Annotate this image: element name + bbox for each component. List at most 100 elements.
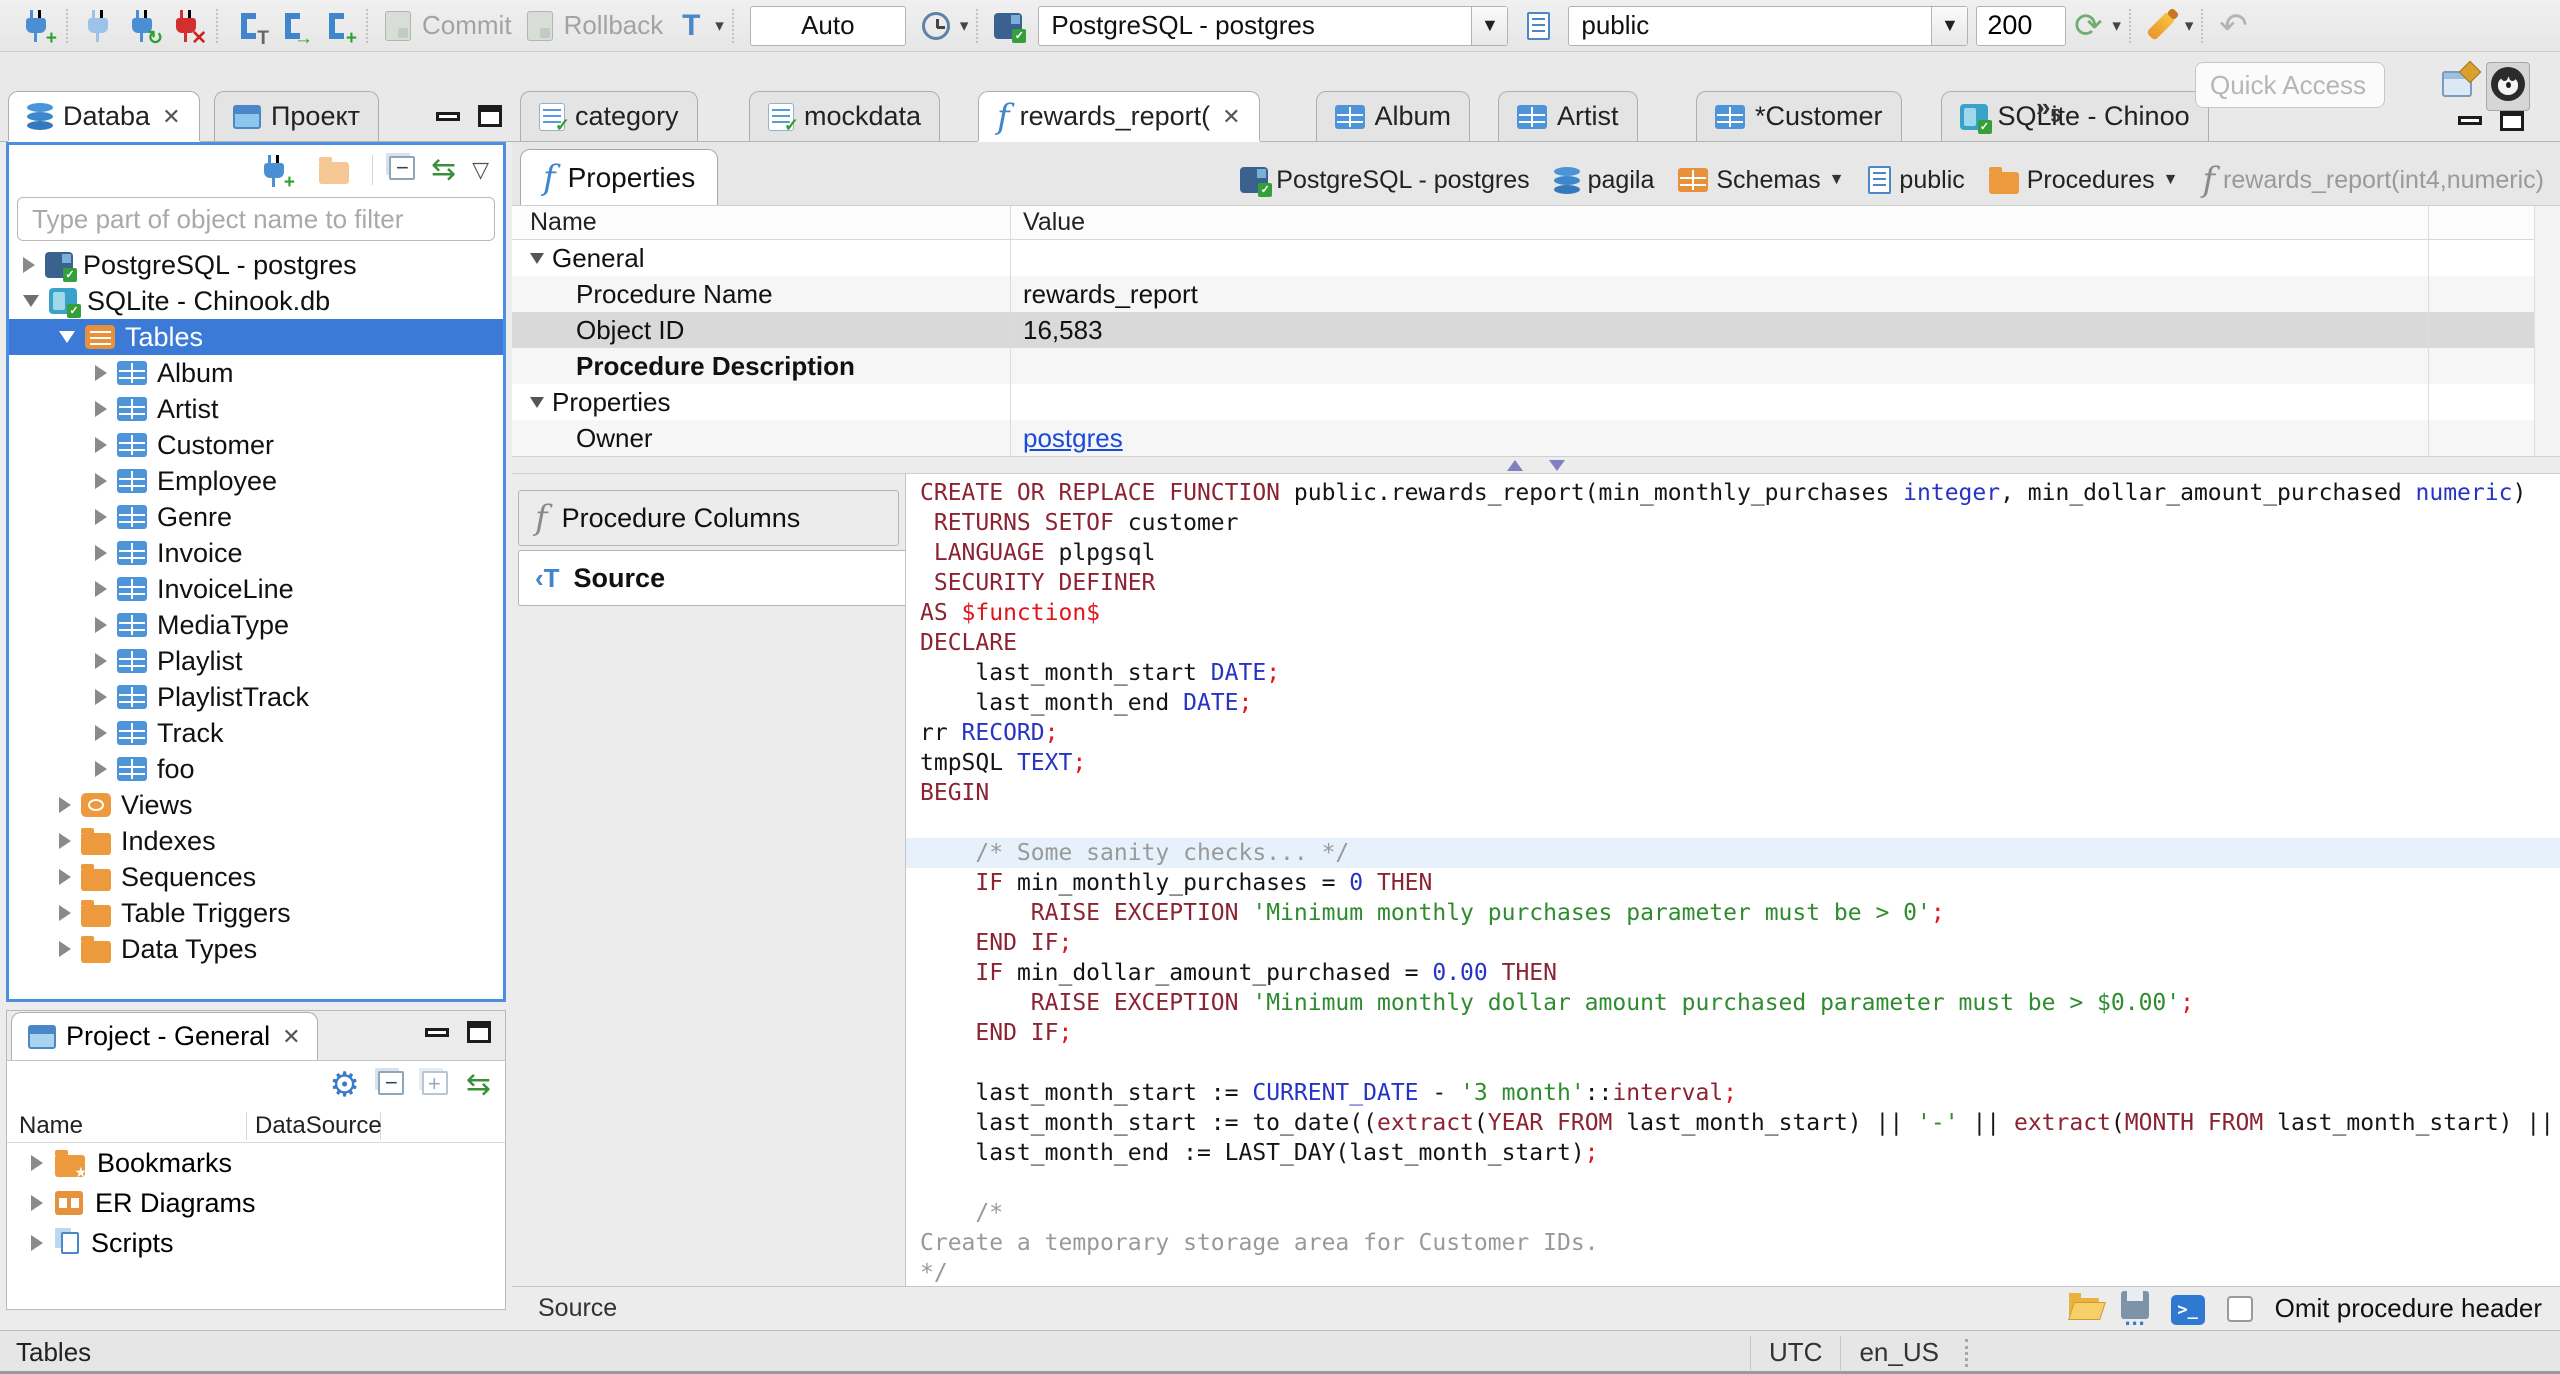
tree-item-sequences[interactable]: Sequences	[9, 859, 503, 895]
tree-item-album[interactable]: Album	[9, 355, 503, 391]
status-locale[interactable]: en_US	[1840, 1335, 1957, 1370]
tree-item-foo[interactable]: foo	[9, 751, 503, 787]
save-to-file-button[interactable]	[2120, 1291, 2149, 1331]
chevron-right-icon[interactable]	[95, 653, 107, 669]
close-icon[interactable]	[1222, 104, 1240, 130]
chevron-right-icon[interactable]	[95, 689, 107, 705]
chevron-right-icon[interactable]	[59, 869, 71, 885]
nav-new-folder-button[interactable]	[312, 148, 356, 192]
tree-item-mediatype[interactable]: MediaType	[9, 607, 503, 643]
code-line-2[interactable]: RETURNS SETOF customer	[906, 508, 2560, 538]
code-line-23[interactable]: last_month_end := LAST_DAY(last_month_st…	[906, 1138, 2560, 1168]
code-line-13[interactable]: /* Some sanity checks... */	[906, 838, 2560, 868]
editor-splitter[interactable]	[512, 456, 2560, 474]
chevron-down-icon[interactable]: ▼	[1829, 171, 1845, 189]
breadcrumb-item-rewards-report-int4-numeric[interactable]: rewards_report(int4,numeric)	[2202, 163, 2544, 197]
fetch-size-input[interactable]	[1976, 5, 2067, 46]
code-line-20[interactable]	[906, 1048, 2560, 1078]
sql-console-button[interactable]: →	[270, 4, 314, 48]
project-tab-close-icon[interactable]	[282, 1024, 300, 1050]
chevron-down-icon[interactable]: ▼	[2163, 171, 2179, 189]
property-row-procedure-name[interactable]: Procedure Name rewards_report	[512, 276, 2560, 312]
commit-mode-combo[interactable]: Auto	[749, 5, 906, 46]
tree-item-employee[interactable]: Employee	[9, 463, 503, 499]
breadcrumb-item-pagila[interactable]: pagila	[1553, 166, 1654, 195]
editor-tab-sqlite-chinoo[interactable]: SQLite - Chinoo	[1940, 91, 2209, 141]
project-minimize-icon[interactable]	[425, 1027, 449, 1037]
code-line-24[interactable]	[906, 1168, 2560, 1198]
project-item-er-diagrams[interactable]: ER Diagrams	[7, 1183, 505, 1223]
col-name[interactable]: Name	[512, 206, 1010, 239]
code-line-18[interactable]: RAISE EXCEPTION 'Minimum monthly dollar …	[906, 988, 2560, 1018]
chevron-right-icon[interactable]	[95, 401, 107, 417]
subtab-source[interactable]: Source	[518, 550, 905, 606]
chevron-down-icon[interactable]	[59, 331, 75, 343]
load-from-file-button[interactable]	[2068, 1292, 2099, 1325]
maximize-icon[interactable]	[478, 105, 502, 127]
rollback-label[interactable]: Rollback	[564, 10, 664, 41]
tree-item-table-triggers[interactable]: Table Triggers	[9, 895, 503, 931]
undo-button[interactable]	[2211, 4, 2255, 48]
editor-tab-category[interactable]: category	[520, 91, 698, 141]
omit-procedure-header-checkbox[interactable]	[2226, 1295, 2253, 1322]
refresh-button[interactable]	[2066, 4, 2110, 48]
schema-combo[interactable]: public ▼	[1568, 5, 1969, 46]
editor-tab-artist[interactable]: Artist	[1498, 91, 1638, 141]
minimize-icon[interactable]	[436, 111, 460, 121]
connection-combo[interactable]: PostgreSQL - postgres ▼	[1038, 5, 1509, 46]
chevron-right-icon[interactable]	[95, 581, 107, 597]
chevron-right-icon[interactable]	[31, 1235, 43, 1251]
group-expand-icon[interactable]	[530, 396, 544, 408]
chevron-right-icon[interactable]	[23, 257, 35, 273]
navigator-filter-input[interactable]	[17, 197, 495, 241]
tree-item-views[interactable]: Views	[9, 787, 503, 823]
view-tab-databa[interactable]: Databa	[8, 91, 200, 141]
col-value[interactable]: Value	[1010, 206, 2428, 239]
code-line-14[interactable]: IF min_monthly_purchases = 0 THEN	[906, 868, 2560, 898]
code-line-4[interactable]: SECURITY DEFINER	[906, 568, 2560, 598]
tree-item-tables[interactable]: Tables	[9, 319, 503, 355]
new-connection-button[interactable]: +	[14, 4, 58, 48]
tree-item-postgresql-postgres[interactable]: PostgreSQL - postgres	[9, 247, 503, 283]
property-row-owner[interactable]: Owner postgres	[512, 420, 2560, 456]
tab-overflow-indicator[interactable]: »5	[2036, 92, 2060, 127]
chevron-down-icon[interactable]	[23, 295, 39, 307]
sql-editor-button[interactable]: T	[226, 4, 270, 48]
code-line-5[interactable]: AS $function$	[906, 598, 2560, 628]
chevron-right-icon[interactable]	[95, 509, 107, 525]
breadcrumb-item-public[interactable]: public	[1868, 166, 1965, 195]
code-line-22[interactable]: last_month_start := to_date((extract(YEA…	[906, 1108, 2560, 1138]
project-item-bookmarks[interactable]: Bookmarks	[7, 1143, 505, 1183]
chevron-right-icon[interactable]	[59, 905, 71, 921]
properties-scrollbar[interactable]	[2534, 206, 2560, 456]
tree-item-indexes[interactable]: Indexes	[9, 823, 503, 859]
open-console-button[interactable]	[2170, 1293, 2205, 1325]
splitter-down-icon[interactable]	[1549, 459, 1565, 471]
breadcrumb-item-schemas[interactable]: Schemas ▼	[1678, 166, 1844, 195]
source-code-editor[interactable]: CREATE OR REPLACE FUNCTION public.reward…	[906, 474, 2560, 1286]
project-expand-all-button[interactable]	[421, 1070, 448, 1100]
code-line-12[interactable]	[906, 808, 2560, 838]
property-row-procedure-description[interactable]: Procedure Description	[512, 348, 2560, 384]
transaction-history-caret[interactable]	[960, 16, 969, 36]
commit-button[interactable]	[376, 4, 420, 48]
nav-new-connection-button[interactable]: +	[252, 148, 296, 192]
tab-project-general[interactable]: Project - General	[11, 1012, 318, 1060]
editor-tab-customer[interactable]: *Customer	[1696, 91, 1902, 141]
code-line-15[interactable]: RAISE EXCEPTION 'Minimum monthly purchas…	[906, 898, 2560, 928]
connection-combo-arrow[interactable]: ▼	[1471, 6, 1508, 45]
code-line-17[interactable]: IF min_dollar_amount_purchased = 0.00 TH…	[906, 958, 2560, 988]
chevron-right-icon[interactable]	[95, 473, 107, 489]
subtab-procedure-columns[interactable]: Procedure Columns	[518, 490, 899, 546]
editor-tab-mockdata[interactable]: mockdata	[749, 91, 941, 141]
tree-item-customer[interactable]: Customer	[9, 427, 503, 463]
code-line-25[interactable]: /*	[906, 1198, 2560, 1228]
project-col-datasource[interactable]: DataSource	[247, 1111, 382, 1140]
tree-item-invoiceline[interactable]: InvoiceLine	[9, 571, 503, 607]
tree-item-genre[interactable]: Genre	[9, 499, 503, 535]
project-link-editor-button[interactable]	[466, 1070, 491, 1100]
chevron-right-icon[interactable]	[59, 833, 71, 849]
project-settings-button[interactable]	[329, 1068, 359, 1102]
tree-item-invoice[interactable]: Invoice	[9, 535, 503, 571]
commit-label[interactable]: Commit	[422, 10, 512, 41]
